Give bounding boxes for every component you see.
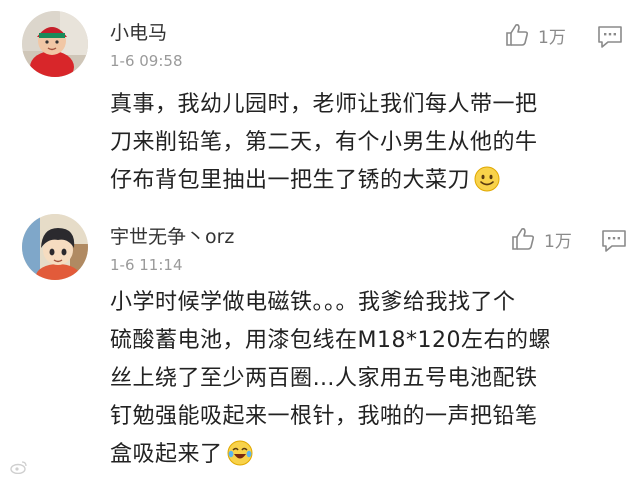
comment-body: 真事，我幼儿园时，老师让我们每人带一把 刀来削铅笔，第二天，有个小男生从他的牛 … [110,86,538,200]
comment-item: 宇世无争丶orz 1-6 11:14 1万 小学时候学做电磁铁。。。我爹给我找了… [0,210,640,470]
comment-reply-icon[interactable] [596,24,624,50]
laugh-tears-emoji-icon [227,440,253,466]
comment-line: 小学时候学做电磁铁。。。我爹给我找了个 [110,290,516,315]
username[interactable]: 宇世无争丶orz [110,222,234,249]
comment-line: 真事，我幼儿园时，老师让我们每人带一把 [110,92,538,117]
comment-line: 钉勉强能吸起来一根针，我啪的一声把铅笔 [110,404,538,429]
like-count: 1万 [538,27,566,48]
comment-timestamp: 1-6 11:14 [110,256,183,274]
comment-item: 小电马 1-6 09:58 1万 真事，我幼儿园时，老师让我们每人带一把 刀来削… [0,0,640,210]
smile-emoji-icon [474,166,500,192]
comment-line: 刀来削铅笔，第二天，有个小男生从他的牛 [110,130,538,155]
thumbs-up-icon [512,228,535,250]
comment-line: 仔布背包里抽出一把生了锈的大菜刀 [110,162,538,200]
comment-line-text: 仔布背包里抽出一把生了锈的大菜刀 [110,168,471,193]
comment-reply-icon[interactable] [600,228,628,254]
username[interactable]: 小电马 [110,18,167,45]
weibo-logo-icon [10,461,27,474]
like-button[interactable]: 1万 [504,22,566,48]
user-avatar[interactable] [22,214,88,280]
thumbs-up-icon [506,24,529,46]
anime-boy-avatar [22,214,88,280]
comment-line-text: 盒吸起来了 [110,442,223,467]
comment-body: 小学时候学做电磁铁。。。我爹给我找了个 硫酸蓄电池，用漆包线在M18*120左右… [110,284,551,474]
comment-line: 盒吸起来了 [110,436,551,474]
like-count: 1万 [544,231,572,252]
comment-line: 硫酸蓄电池，用漆包线在M18*120左右的螺 [110,328,551,353]
like-button[interactable]: 1万 [510,226,572,252]
comment-line: 丝上绕了至少两百圈…人家用五号电池配铁 [110,366,538,391]
child-photo-avatar [22,11,88,77]
watermark [10,460,28,474]
comment-timestamp: 1-6 09:58 [110,52,183,70]
user-avatar[interactable] [22,11,88,77]
